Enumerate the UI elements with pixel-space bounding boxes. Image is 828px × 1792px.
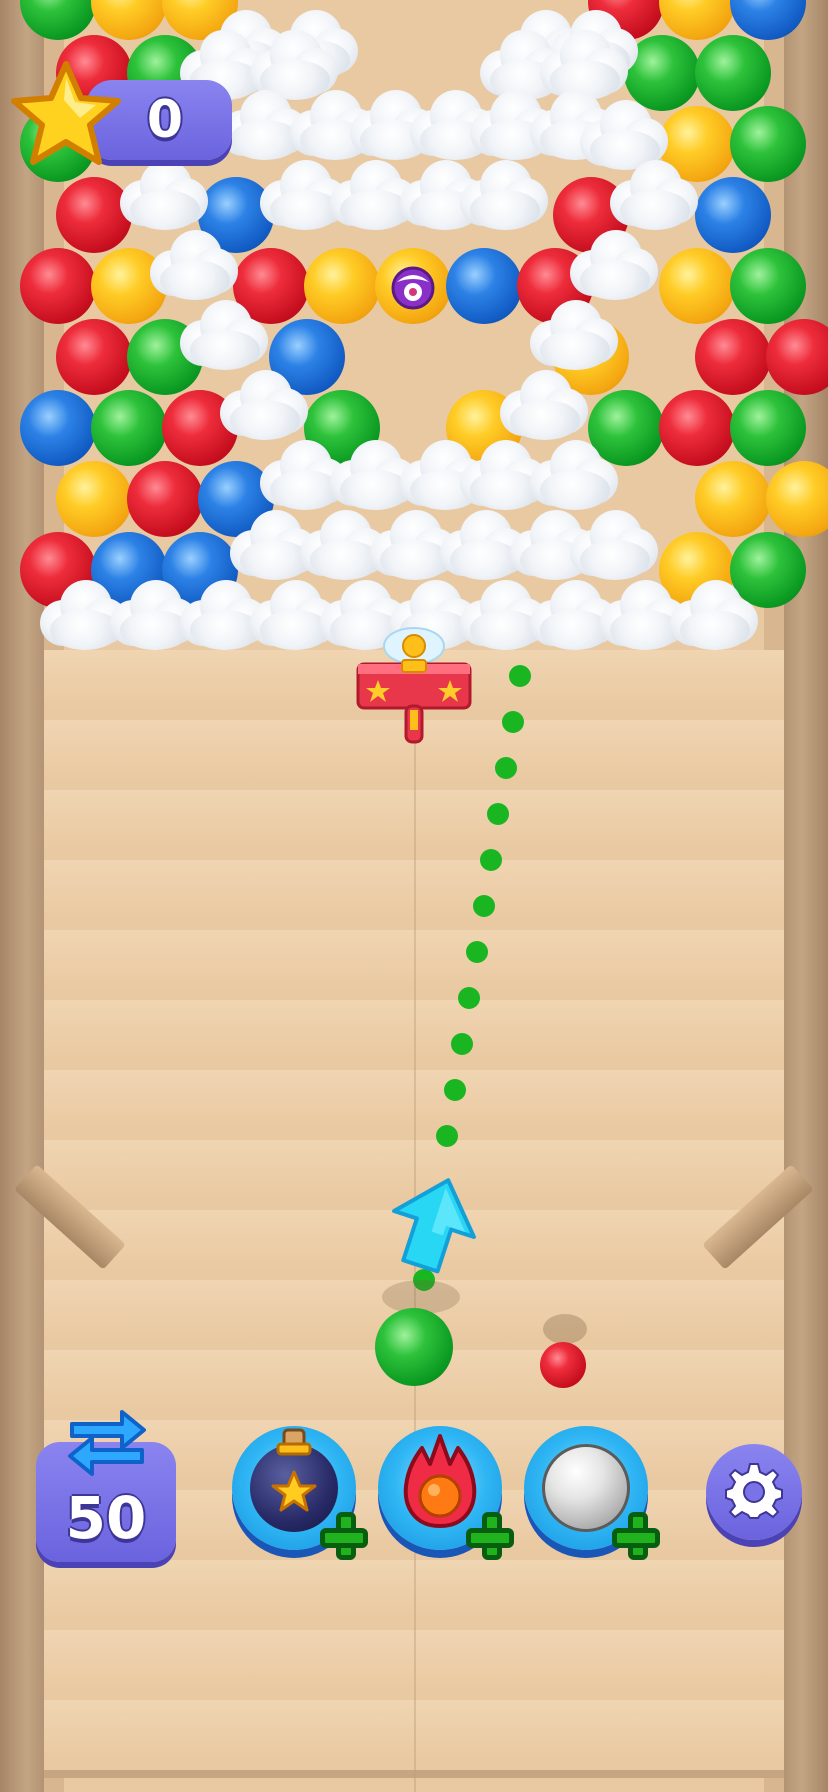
aim-dot — [466, 941, 488, 963]
red-bubble — [127, 461, 203, 537]
green-bubble — [730, 248, 806, 324]
yellow-bubble — [659, 0, 735, 40]
green-bubble — [730, 390, 806, 466]
yellow-bubble — [659, 248, 735, 324]
red-bubble — [56, 319, 132, 395]
settings-button[interactable] — [706, 1444, 802, 1540]
red-bubble — [659, 390, 735, 466]
aim-dot — [502, 711, 524, 733]
star-icon — [11, 61, 121, 165]
plus-icon[interactable] — [610, 1510, 662, 1562]
plus-icon[interactable] — [464, 1510, 516, 1562]
aim-dot — [473, 895, 495, 917]
red-bubble — [20, 248, 96, 324]
green-bubble — [91, 390, 167, 466]
launcher-icon — [356, 627, 472, 744]
aim-dot — [436, 1125, 458, 1147]
aim-dot — [451, 1033, 473, 1055]
blue-bubble — [695, 177, 771, 253]
green-bubble — [730, 106, 806, 182]
yellow-bubble — [304, 248, 380, 324]
blue-bubble — [20, 390, 96, 466]
aim-dot — [509, 665, 531, 687]
gear-icon — [725, 1463, 783, 1519]
yellow-bubble — [56, 461, 132, 537]
game-board[interactable]: 0 50 — [0, 0, 828, 1792]
current-bubble[interactable] — [375, 1308, 453, 1386]
aim-dot — [444, 1079, 466, 1101]
red-bubble — [695, 319, 771, 395]
blue-bubble — [446, 248, 522, 324]
cloud — [666, 570, 762, 656]
aim-dot — [495, 757, 517, 779]
next-bubble-shadow — [543, 1314, 587, 1344]
green-bubble — [695, 35, 771, 111]
moves-remaining: 50 — [65, 1484, 147, 1552]
aim-dot — [480, 849, 502, 871]
plus-icon[interactable] — [318, 1510, 370, 1562]
next-bubble[interactable] — [540, 1342, 586, 1388]
up-arrow-icon — [392, 1178, 476, 1274]
swap-arrows-icon[interactable] — [66, 1408, 148, 1480]
special-bubble — [375, 248, 451, 324]
cloud — [456, 150, 552, 236]
yellow-bubble — [91, 0, 167, 40]
yellow-bubble — [695, 461, 771, 537]
aim-dot — [487, 803, 509, 825]
aim-dot — [458, 987, 480, 1009]
